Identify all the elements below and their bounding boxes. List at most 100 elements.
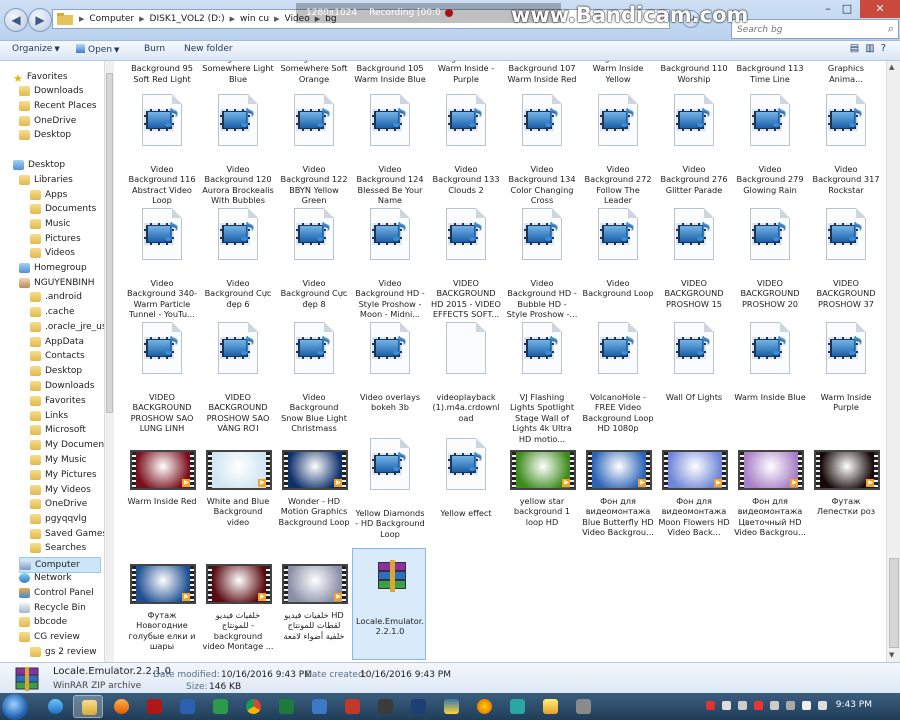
file-item[interactable]: ▶ yellow star background 1 loop HD (506, 438, 578, 548)
record-tray-icon[interactable] (706, 701, 715, 710)
taskbar-python[interactable] (436, 695, 466, 718)
nav-item-desktop[interactable]: Desktop (13, 158, 65, 172)
nav-item-network[interactable]: Network (19, 571, 72, 585)
preview-pane-icon[interactable]: ▥ (865, 43, 880, 54)
file-item[interactable]: ♪ Yellow effect (430, 438, 502, 548)
taskbar-app-gray[interactable] (568, 695, 598, 718)
nav-item-my-documents[interactable]: My Documents (30, 438, 112, 452)
nav-item-pgyqqvlg[interactable]: pgyqqvlg (30, 512, 87, 526)
nav-item-pictures[interactable]: Pictures (30, 232, 81, 246)
file-item[interactable]: ♪ VIDEO BACKGROUND PROSHOW 20 (734, 208, 806, 318)
nav-item-documents[interactable]: Documents (30, 202, 96, 216)
taskbar-ie[interactable] (40, 695, 70, 718)
nav-item-nguyenbinh[interactable]: NGUYENBINH (19, 276, 95, 290)
close-button[interactable]: ✕ (860, 0, 900, 18)
breadcrumb-drive[interactable]: DISK1_VOL2 (D:) (147, 14, 228, 24)
taskbar-clock[interactable]: 9:43 PM (836, 700, 872, 710)
file-item[interactable]: ♪ Video Background 340- Warm Particle Tun… (126, 208, 198, 319)
file-item[interactable]: ▶ Warm Inside Red (126, 438, 198, 548)
taskbar-app-blue[interactable] (304, 695, 334, 718)
nav-item-gs-2-review[interactable]: gs 2 review (30, 645, 97, 659)
file-item[interactable]: ♪ Video Background 124 Blessed Be Your Na… (354, 94, 426, 205)
file-item[interactable]: ♪ Wall Of Lights (658, 322, 730, 432)
taskbar-photoshop[interactable] (403, 695, 433, 718)
file-item[interactable]: ▶ White and Blue Background video (202, 438, 274, 548)
breadcrumb-win-cu[interactable]: win cu (237, 14, 272, 24)
burn-button[interactable]: Burn (144, 44, 165, 54)
antivirus-tray-icon[interactable] (754, 701, 763, 710)
nav-item-android[interactable]: .android (30, 290, 82, 304)
nav-item-downloads[interactable]: Downloads (19, 84, 83, 98)
file-item[interactable]: ♪ VIDEO BACKGROUND PROSHOW 15 (658, 208, 730, 318)
file-item[interactable]: ♪ Video Background Cực đẹp 6 (202, 208, 274, 318)
taskbar-app-teal[interactable] (502, 695, 532, 718)
organize-button[interactable]: Organize ▼ (12, 44, 60, 54)
nav-item-videos[interactable]: Videos (30, 246, 75, 260)
tray-icon[interactable] (738, 701, 747, 710)
file-item[interactable]: ♪ Video Background 279 Glowing Rain (734, 94, 806, 204)
breadcrumb-computer[interactable]: Computer (86, 14, 137, 24)
file-item[interactable]: ♪ Video Background Loop (582, 208, 654, 318)
new-folder-button[interactable]: New folder (184, 44, 233, 54)
nav-item-desktop[interactable]: Desktop (19, 128, 71, 142)
file-item[interactable]: ♪ VJ Flashing Lights Spotlight Stage Wall… (506, 322, 578, 444)
file-list-scroll-thumb[interactable] (889, 558, 899, 648)
search-input[interactable] (735, 21, 879, 39)
help-icon[interactable]: ? (881, 43, 892, 54)
scroll-down-icon[interactable]: ▼ (889, 651, 894, 659)
search-box[interactable]: ⌕ (731, 19, 899, 39)
taskbar-app-dark[interactable] (370, 695, 400, 718)
nav-item-recent-places[interactable]: Recent Places (19, 99, 97, 113)
file-item[interactable]: ▶ خلفيات فيديو HD لقطات للمونتاج خلفية أض… (278, 552, 350, 662)
file-item[interactable]: ♪ Video Background 272 Follow The Leader (582, 94, 654, 205)
scroll-up-icon[interactable]: ▲ (889, 63, 894, 71)
file-item[interactable]: ♪ VolcanoHole - FREE Video Background Loo… (582, 322, 654, 433)
file-item[interactable]: ▶ Футаж Лепестки роз (810, 438, 882, 548)
file-item[interactable]: ♪ videoplayback (1).m4a.crdownload (430, 322, 502, 432)
start-button[interactable] (2, 694, 28, 720)
nav-item-microsoft[interactable]: Microsoft (30, 423, 86, 437)
nav-item-searches[interactable]: Searches (30, 541, 86, 555)
nav-item-control-panel[interactable]: Control Panel (19, 586, 94, 600)
nav-item-appdata[interactable]: AppData (30, 335, 84, 349)
file-item[interactable]: ♪ Warm Inside Blue (734, 322, 806, 432)
nav-item-links[interactable]: Links (30, 409, 68, 423)
taskbar-firefox[interactable] (469, 695, 499, 718)
file-item[interactable]: ♪ Video Background 116 Abstract Video Loo… (126, 94, 198, 205)
nav-item-cg-review[interactable]: CG review (19, 630, 80, 644)
nav-item-cache[interactable]: .cache (30, 305, 75, 319)
nav-item-downloads[interactable]: Downloads (30, 379, 94, 393)
nav-item-my-videos[interactable]: My Videos (30, 483, 91, 497)
file-item[interactable]: ♪ Warm Inside Purple (810, 322, 882, 432)
file-item[interactable]: ▶ خلفيات فيديو للمونتاج - background vide… (202, 552, 274, 662)
nav-item-my-music[interactable]: My Music (30, 453, 87, 467)
nav-item-onedrive[interactable]: OneDrive (19, 114, 76, 128)
taskbar-media[interactable] (106, 695, 136, 718)
file-item[interactable]: ♪ Yellow Diamonds - HD Background Loop (354, 438, 426, 548)
taskbar-app-paint[interactable] (535, 695, 565, 718)
taskbar-explorer[interactable] (73, 695, 103, 718)
file-item[interactable]: ♪ Video Background 122 BBYN Yellow Green (278, 94, 350, 205)
volume-tray-icon[interactable] (818, 701, 827, 710)
file-item[interactable]: ▶ Футаж Новогодние голубые елки и шары (126, 552, 198, 662)
taskbar-word[interactable] (172, 695, 202, 718)
taskbar-app-green[interactable] (205, 695, 235, 718)
nav-item-homegroup[interactable]: Homegroup (19, 261, 87, 275)
nav-item-bbcode[interactable]: bbcode (19, 615, 67, 629)
nav-item-oracle-jre-usag[interactable]: .oracle_jre_usag (30, 320, 113, 334)
file-item[interactable]: ♪ Video Background 317 Rockstar (810, 94, 882, 204)
file-item[interactable]: ♪ VIDEO BACKGROUND PROSHOW SAO LUNG LINH (126, 322, 198, 433)
file-item[interactable]: ▶ Фон для видеомонтажа Blue Butterfly HD … (582, 438, 654, 548)
file-item[interactable]: ♪ Video Background Cực đẹp 8 (278, 208, 350, 318)
taskbar-app-red2[interactable] (337, 695, 367, 718)
nav-item-music[interactable]: Music (30, 217, 71, 231)
maximize-button[interactable]: □ (833, 0, 861, 18)
taskbar-app-red[interactable] (139, 695, 169, 718)
file-item[interactable]: ♪ Video Background 134 Color Changing Cro… (506, 94, 578, 205)
taskbar-chrome[interactable] (238, 695, 268, 718)
view-icon[interactable]: ▤ (850, 43, 865, 54)
file-item[interactable]: ▶ Фон для видеомонтажа Цветочный HD Video… (734, 438, 806, 548)
file-item[interactable]: ♪ VIDEO BACKGROUND HD 2015 - VIDEO EFFECT… (430, 208, 502, 319)
back-button[interactable]: ◀ (4, 8, 28, 32)
nav-item-my-pictures[interactable]: My Pictures (30, 468, 97, 482)
